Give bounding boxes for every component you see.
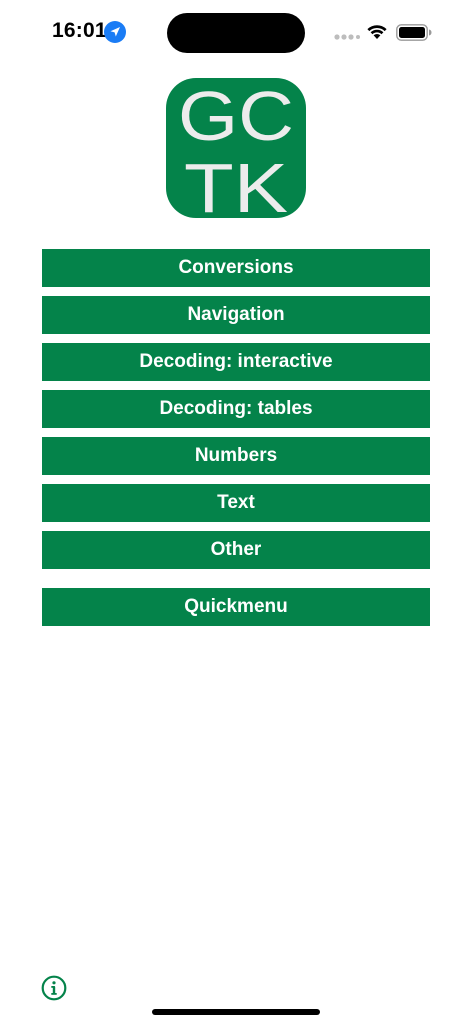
- location-arrow-icon: [104, 21, 126, 43]
- status-time: 16:01: [52, 19, 107, 42]
- menu-button-decoding-interactive[interactable]: Decoding: interactive: [42, 343, 430, 381]
- menu-button-navigation[interactable]: Navigation: [42, 296, 430, 334]
- battery-icon: [396, 24, 432, 41]
- app-logo: GC TK: [166, 78, 306, 218]
- quickmenu-button[interactable]: Quickmenu: [42, 588, 430, 626]
- main-screen: 16:01 GC TK Conversions Navigation Decod…: [0, 0, 472, 1024]
- wifi-icon: [367, 25, 387, 39]
- logo-line-2: TK: [184, 149, 288, 218]
- menu-button-conversions[interactable]: Conversions: [42, 249, 430, 287]
- cellular-signal-icon: [334, 34, 360, 40]
- menu-button-decoding-tables[interactable]: Decoding: tables: [42, 390, 430, 428]
- menu-button-numbers[interactable]: Numbers: [42, 437, 430, 475]
- menu-button-other[interactable]: Other: [42, 531, 430, 569]
- status-bar: 16:01: [0, 0, 472, 64]
- home-indicator[interactable]: [152, 1009, 320, 1015]
- dynamic-island: [167, 13, 305, 53]
- menu-button-text[interactable]: Text: [42, 484, 430, 522]
- logo-line-1: GC: [178, 78, 294, 155]
- info-circle-icon[interactable]: [41, 975, 67, 1001]
